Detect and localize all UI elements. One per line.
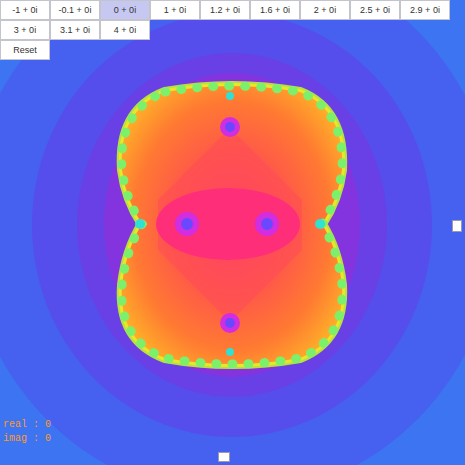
preset-button[interactable]: 3 + 0i — [0, 20, 50, 40]
reset-row: Reset — [0, 40, 450, 60]
preset-button[interactable]: -1 + 0i — [0, 0, 50, 20]
preset-toolbar: -1 + 0i-0.1 + 0i0 + 0i1 + 0i1.2 + 0i1.6 … — [0, 0, 450, 60]
preset-button[interactable]: 1.2 + 0i — [200, 0, 250, 20]
vertical-slider-handle[interactable] — [452, 220, 462, 232]
preset-button[interactable]: 3.1 + 0i — [50, 20, 100, 40]
preset-button[interactable]: 2 + 0i — [300, 0, 350, 20]
readout-line: imag : 0 — [3, 433, 51, 445]
readout-line: real : 0 — [3, 419, 51, 431]
reset-button[interactable]: Reset — [0, 40, 50, 60]
coordinate-readout: real : 0 imag : 0 — [3, 419, 51, 445]
preset-button[interactable]: 1.6 + 0i — [250, 0, 300, 20]
preset-button[interactable]: 2.9 + 0i — [400, 0, 450, 20]
preset-button[interactable]: -0.1 + 0i — [50, 0, 100, 20]
preset-button[interactable]: 1 + 0i — [150, 0, 200, 20]
preset-row: -1 + 0i-0.1 + 0i0 + 0i1 + 0i1.2 + 0i1.6 … — [0, 0, 450, 40]
preset-button[interactable]: 4 + 0i — [100, 20, 150, 40]
preset-button[interactable]: 0 + 0i — [100, 0, 150, 20]
fractal-viewer: -1 + 0i-0.1 + 0i0 + 0i1 + 0i1.2 + 0i1.6 … — [0, 0, 465, 465]
preset-button[interactable]: 2.5 + 0i — [350, 0, 400, 20]
horizontal-slider-handle[interactable] — [218, 452, 230, 462]
fractal-canvas[interactable] — [0, 0, 465, 465]
